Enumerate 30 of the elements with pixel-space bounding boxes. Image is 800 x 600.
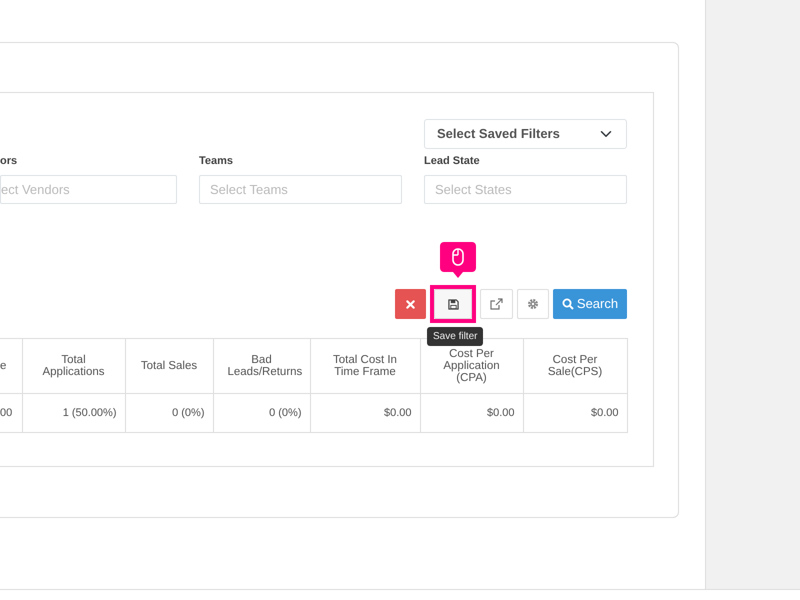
input-field[interactable]: ect Vendors bbox=[0, 175, 177, 204]
field-label: Lead State bbox=[424, 154, 481, 168]
input-field[interactable]: Select States bbox=[424, 175, 627, 204]
export-button[interactable] bbox=[480, 289, 513, 319]
column-header: Total Sales bbox=[125, 338, 213, 394]
field-label: Teams bbox=[199, 154, 234, 168]
table-cell: 1 (50.00%) bbox=[22, 394, 125, 432]
tooltip: Save filter bbox=[427, 327, 484, 346]
saved-filters-select[interactable]: Select Saved Filters bbox=[424, 119, 627, 149]
column-header: Total Cost In Time Frame bbox=[310, 338, 420, 394]
column-header: e bbox=[0, 338, 22, 394]
table-cell: $0.00 bbox=[310, 394, 420, 432]
clear-button[interactable] bbox=[395, 289, 426, 319]
column-header: Total Applications bbox=[22, 338, 125, 394]
column-header: Bad Leads/Returns bbox=[213, 338, 310, 394]
column-header: Cost Per Application (CPA) bbox=[420, 338, 523, 394]
x-icon bbox=[406, 300, 415, 308]
table-cell: 00 bbox=[0, 394, 22, 432]
column-header: Cost Per Sale(CPS) bbox=[523, 338, 627, 394]
gear-icon bbox=[527, 298, 539, 310]
field-label: ors bbox=[0, 154, 18, 168]
table-cell: 0 (0%) bbox=[125, 394, 213, 432]
table-cell: 0 (0%) bbox=[213, 394, 310, 432]
external-link-icon bbox=[490, 298, 503, 310]
search-icon bbox=[562, 298, 574, 310]
table-cell: $0.00 bbox=[420, 394, 523, 432]
mouse-callout-drawing bbox=[440, 242, 476, 278]
settings-button[interactable] bbox=[517, 289, 549, 319]
input-field[interactable]: Select Teams bbox=[199, 175, 402, 204]
table-cell: $0.00 bbox=[523, 394, 627, 432]
